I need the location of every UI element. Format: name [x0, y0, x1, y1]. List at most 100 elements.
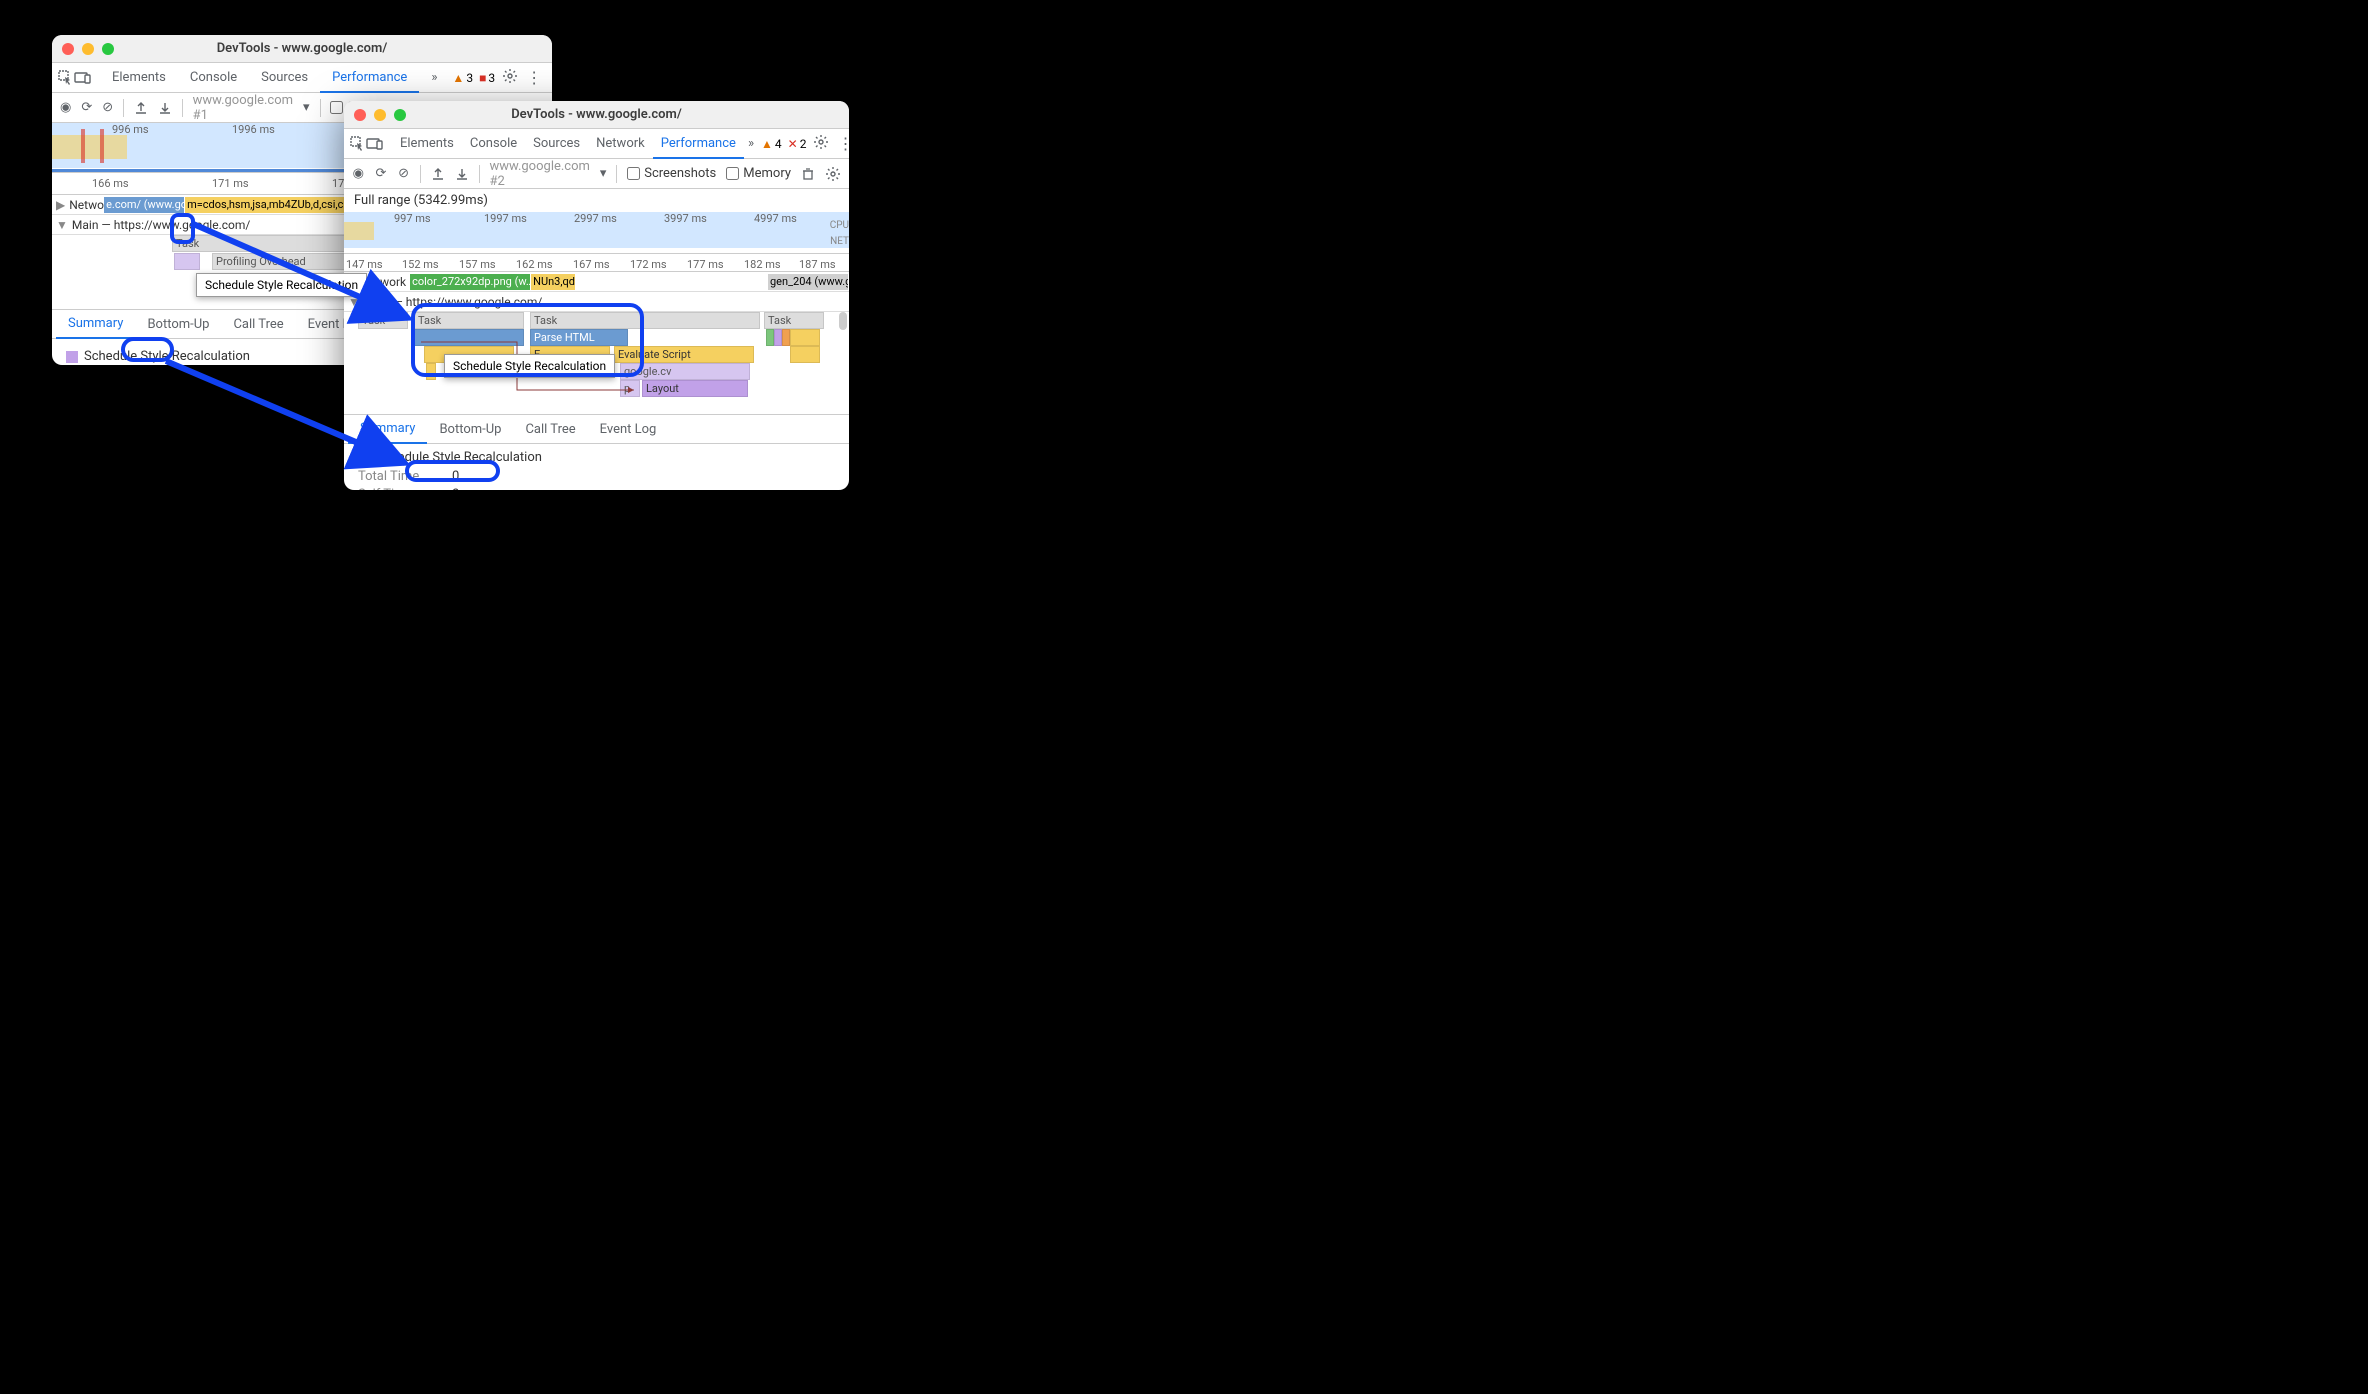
tab-event-log[interactable]: Event Log	[588, 415, 669, 443]
reload-icon[interactable]: ⟳	[81, 100, 92, 116]
network-label: Network	[361, 275, 406, 289]
zoom-icon[interactable]	[102, 43, 114, 55]
expand-icon[interactable]: ▶	[56, 198, 65, 212]
tab-call-tree[interactable]: Call Tree	[513, 415, 587, 443]
tab-summary[interactable]: Summary	[348, 416, 427, 444]
warning-count[interactable]: ▲3	[452, 71, 473, 85]
flame-evaluate-script[interactable]: Evaluate Script	[614, 346, 754, 363]
record-icon[interactable]: ◉	[352, 166, 365, 182]
network-segment[interactable]: e.com/ (www.goo…	[104, 197, 184, 213]
kebab-icon[interactable]: ⋮	[526, 68, 542, 87]
flame-task[interactable]: Task	[414, 312, 524, 329]
tab-console[interactable]: Console	[178, 63, 249, 92]
flame-googlecv[interactable]: google.cv	[620, 363, 750, 380]
flame-block[interactable]	[790, 329, 820, 346]
clear-icon[interactable]: ⊘	[102, 100, 113, 116]
upload-icon[interactable]	[431, 166, 445, 182]
tab-bottom-up[interactable]: Bottom-Up	[135, 310, 221, 338]
scrollbar-thumb[interactable]	[839, 312, 847, 330]
tab-network[interactable]: Network	[588, 129, 653, 158]
ruler-tick: 172 ms	[630, 258, 667, 271]
tab-performance[interactable]: Performance	[653, 130, 744, 159]
tabs-overflow[interactable]: »	[419, 63, 449, 92]
time-ruler[interactable]: 147 ms 152 ms 157 ms 162 ms 167 ms 172 m…	[344, 254, 849, 272]
tabs-overflow[interactable]: »	[744, 129, 758, 158]
screenshots-checkbox[interactable]: Screenshots	[627, 166, 716, 181]
memory-checkbox[interactable]: Memory	[726, 166, 791, 181]
zoom-icon[interactable]	[394, 109, 406, 121]
warning-count[interactable]: ▲4	[761, 137, 782, 151]
error-count[interactable]: ✕2	[788, 137, 807, 151]
device-toggle-icon[interactable]	[74, 66, 92, 90]
flame-task[interactable]: Task	[764, 312, 824, 329]
main-label: Main — https://www.google.com/	[364, 295, 542, 309]
download-icon[interactable]	[455, 166, 469, 182]
flame-p[interactable]: p	[620, 380, 640, 397]
close-icon[interactable]	[62, 43, 74, 55]
profile-selector[interactable]: www.google.com #2	[489, 159, 589, 189]
minimap-tick: 4997 ms	[754, 212, 797, 225]
flame-block[interactable]	[782, 329, 790, 346]
minimize-icon[interactable]	[374, 109, 386, 121]
ruler-tick: 171 ms	[212, 177, 249, 190]
flame-task[interactable]: Task	[530, 312, 760, 329]
device-toggle-icon[interactable]	[366, 132, 384, 156]
tab-summary[interactable]: Summary	[56, 311, 135, 339]
chevron-down-icon[interactable]: ▾	[303, 100, 310, 115]
window-title: DevTools - www.google.com/	[52, 41, 552, 56]
flame-parse-html[interactable]: Parse HTML	[530, 329, 628, 346]
network-segment[interactable]: color_272x92dp.png (w…	[410, 274, 530, 290]
tab-sources[interactable]: Sources	[249, 63, 320, 92]
main-label: Main — https://www.google.com/	[72, 218, 250, 232]
cpu-label: CPU	[830, 220, 849, 231]
flame-block[interactable]	[414, 329, 524, 346]
ruler-tick: 152 ms	[402, 258, 439, 271]
tab-bottom-up[interactable]: Bottom-Up	[427, 415, 513, 443]
network-segment[interactable]: gen_204 (www.g…	[768, 274, 848, 290]
inspect-icon[interactable]	[350, 132, 366, 156]
titlebar[interactable]: DevTools - www.google.com/	[52, 35, 552, 63]
minimize-icon[interactable]	[82, 43, 94, 55]
ruler-tick: 166 ms	[92, 177, 129, 190]
collapse-icon[interactable]: ▼	[56, 218, 68, 232]
chevron-down-icon[interactable]: ▾	[600, 166, 607, 181]
flame-block[interactable]	[766, 329, 774, 346]
profile-selector[interactable]: www.google.com #1	[193, 93, 293, 123]
titlebar[interactable]: DevTools - www.google.com/	[344, 101, 849, 129]
tab-console[interactable]: Console	[462, 129, 525, 158]
record-icon[interactable]: ◉	[60, 100, 71, 116]
flame-chart[interactable]: Task Task Task Task Parse HTML E… Evalua…	[344, 312, 849, 414]
inspect-icon[interactable]	[58, 66, 74, 90]
clear-icon[interactable]: ⊘	[397, 166, 410, 182]
close-icon[interactable]	[354, 109, 366, 121]
minimap-tick: 3997 ms	[664, 212, 707, 225]
tab-call-tree[interactable]: Call Tree	[221, 310, 295, 338]
gear-icon[interactable]	[813, 134, 829, 154]
overview-minimap[interactable]: 997 ms 1997 ms 2997 ms 3997 ms 4997 ms C…	[344, 212, 849, 254]
ruler-tick: 177 ms	[687, 258, 724, 271]
flame-block[interactable]	[174, 253, 200, 270]
flame-block[interactable]	[426, 363, 436, 380]
network-row[interactable]: ▶ Network color_272x92dp.png (w… NUn3,qd…	[344, 272, 849, 292]
flame-layout[interactable]: Layout	[642, 380, 748, 397]
tab-elements[interactable]: Elements	[392, 129, 462, 158]
flame-task[interactable]: Task	[358, 312, 408, 329]
main-row[interactable]: ▼ Main — https://www.google.com/	[344, 292, 849, 312]
flame-block[interactable]	[790, 346, 820, 363]
error-count[interactable]: ■3	[479, 71, 495, 85]
download-icon[interactable]	[158, 100, 172, 116]
gear-icon[interactable]	[502, 68, 518, 88]
settings-icon[interactable]	[825, 166, 841, 182]
tab-elements[interactable]: Elements	[100, 63, 178, 92]
tab-sources[interactable]: Sources	[525, 129, 588, 158]
minimap-tick: 996 ms	[112, 123, 149, 136]
network-segment[interactable]: NUn3,qd…	[531, 274, 575, 290]
upload-icon[interactable]	[134, 100, 148, 116]
flame-tooltip: Schedule Style Recalculation	[444, 354, 615, 378]
reload-icon[interactable]: ⟳	[375, 166, 388, 182]
gc-icon[interactable]	[801, 166, 815, 182]
tab-performance[interactable]: Performance	[320, 64, 419, 93]
flame-block[interactable]	[774, 329, 782, 346]
kebab-icon[interactable]: ⋮	[837, 134, 849, 153]
ruler-tick: 187 ms	[799, 258, 836, 271]
